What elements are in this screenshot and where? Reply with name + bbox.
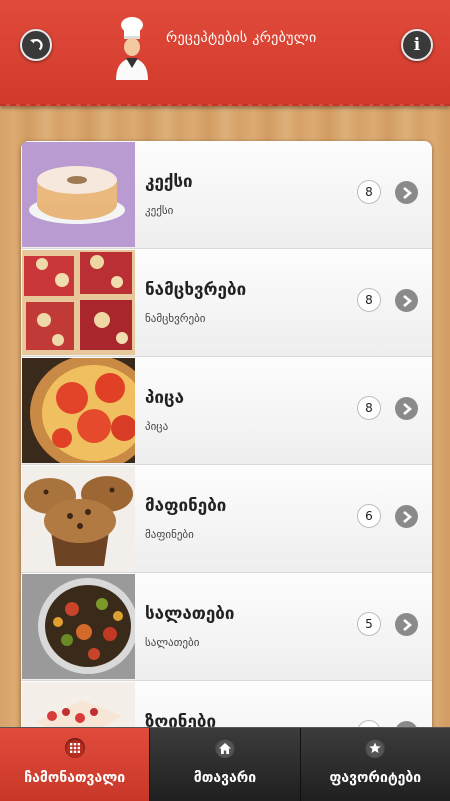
home-icon (214, 738, 235, 758)
item-title: ნამცხვრები (145, 280, 247, 300)
chevron-right-icon[interactable] (395, 505, 418, 528)
back-arrow-icon (30, 38, 43, 51)
star-icon (365, 738, 386, 758)
count-badge: 6 (357, 504, 381, 528)
back-button[interactable] (20, 29, 52, 61)
tab-label: ჩამონათვალი (24, 770, 126, 786)
salad-image (22, 574, 135, 679)
count-badge: 5 (357, 612, 381, 636)
item-subtitle: ნამცხვრები (145, 312, 206, 325)
list-item[interactable]: მაფინები მაფინები 6 (21, 465, 432, 573)
item-subtitle: პიცა (145, 420, 169, 433)
item-title: პიცა (145, 388, 184, 408)
chevron-right-icon[interactable] (395, 289, 418, 312)
list-item[interactable]: სალათები სალათები 5 (21, 573, 432, 681)
muffins-image (22, 466, 135, 571)
tab-label: მთავარი (193, 770, 257, 786)
chevron-right-icon[interactable] (395, 181, 418, 204)
count-badge: 8 (357, 288, 381, 312)
list-item[interactable]: ნამცხვრები ნამცხვრები 8 (21, 249, 432, 357)
tab-home[interactable]: მთავარი (150, 728, 301, 801)
pizza-image (22, 358, 135, 463)
chef-icon (116, 17, 148, 80)
list-item[interactable]: პიცა პიცა 8 (21, 357, 432, 465)
tab-favorites[interactable]: ფავორიტები (301, 728, 450, 801)
app-header: რეცეპტების კრებული i (0, 0, 450, 106)
item-title: სალათები (145, 604, 235, 624)
bundt-cake-image (22, 142, 135, 247)
grid-icon (64, 738, 85, 758)
chevron-right-icon[interactable] (395, 613, 418, 636)
count-badge: 8 (357, 396, 381, 420)
info-button[interactable]: i (401, 29, 433, 61)
tab-label: ფავორიტები (329, 770, 422, 786)
category-list: კექსი კექსი 8 ნამცხვრები ნამცხვრები 8 პი… (21, 141, 432, 741)
info-icon: i (413, 35, 421, 55)
item-subtitle: მაფინები (145, 528, 194, 541)
crumble-bars-image (22, 250, 135, 355)
count-badge: 8 (357, 180, 381, 204)
item-subtitle: სალათები (145, 636, 200, 649)
chevron-right-icon[interactable] (395, 397, 418, 420)
item-title: მაფინები (145, 496, 227, 516)
list-item[interactable]: კექსი კექსი 8 (21, 141, 432, 249)
bottom-tab-bar: ჩამონათვალი მთავარი ფავორიტები (0, 727, 450, 801)
tab-list[interactable]: ჩამონათვალი (0, 728, 151, 801)
item-title: კექსი (145, 172, 193, 192)
page-title: რეცეპტების კრებული (166, 30, 317, 46)
item-subtitle: კექსი (145, 204, 174, 217)
